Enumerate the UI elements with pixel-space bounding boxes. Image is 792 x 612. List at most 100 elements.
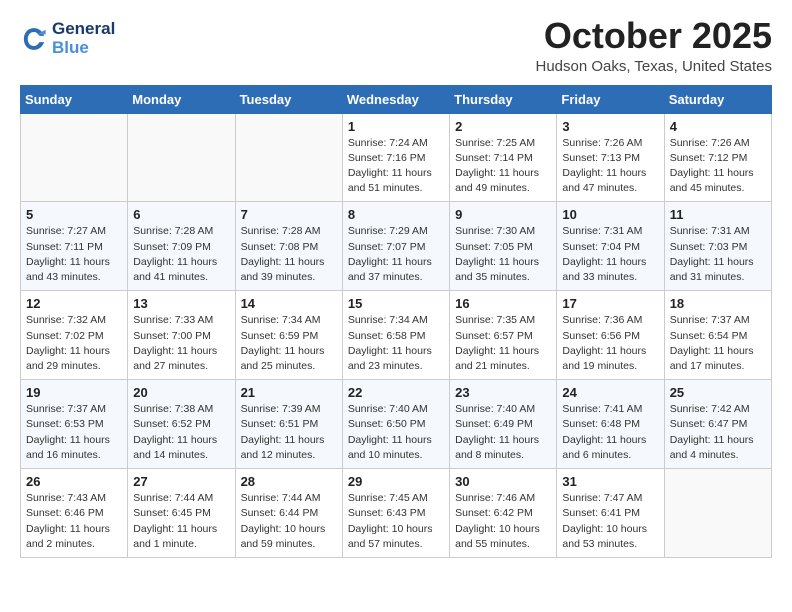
day-number: 12 (26, 296, 122, 311)
day-info: Sunrise: 7:43 AM Sunset: 6:46 PM Dayligh… (26, 491, 122, 552)
day-number: 26 (26, 474, 122, 489)
day-cell: 25 Sunrise: 7:42 AM Sunset: 6:47 PM Dayli… (664, 380, 771, 469)
day-info: Sunrise: 7:42 AM Sunset: 6:47 PM Dayligh… (670, 402, 766, 463)
day-cell: 1 Sunrise: 7:24 AM Sunset: 7:16 PM Daylig… (342, 113, 449, 202)
day-number: 16 (455, 296, 551, 311)
day-cell: 3 Sunrise: 7:26 AM Sunset: 7:13 PM Daylig… (557, 113, 664, 202)
day-cell: 20 Sunrise: 7:38 AM Sunset: 6:52 PM Dayli… (128, 380, 235, 469)
day-cell: 12 Sunrise: 7:32 AM Sunset: 7:02 PM Dayli… (21, 291, 128, 380)
day-number: 7 (241, 207, 337, 222)
week-row-3: 12 Sunrise: 7:32 AM Sunset: 7:02 PM Dayli… (21, 291, 772, 380)
day-info: Sunrise: 7:34 AM Sunset: 6:59 PM Dayligh… (241, 313, 337, 374)
day-cell: 5 Sunrise: 7:27 AM Sunset: 7:11 PM Daylig… (21, 202, 128, 291)
day-number: 1 (348, 119, 444, 134)
day-number: 6 (133, 207, 229, 222)
day-cell: 16 Sunrise: 7:35 AM Sunset: 6:57 PM Dayli… (450, 291, 557, 380)
day-cell: 2 Sunrise: 7:25 AM Sunset: 7:14 PM Daylig… (450, 113, 557, 202)
day-number: 18 (670, 296, 766, 311)
logo-text: General Blue (52, 20, 115, 57)
header: General Blue October 2025 Hudson Oaks, T… (20, 16, 772, 75)
day-number: 22 (348, 385, 444, 400)
day-info: Sunrise: 7:46 AM Sunset: 6:42 PM Dayligh… (455, 491, 551, 552)
col-header-sunday: Sunday (21, 85, 128, 113)
day-info: Sunrise: 7:41 AM Sunset: 6:48 PM Dayligh… (562, 402, 658, 463)
day-cell: 10Sunrise: 7:31 AM Sunset: 7:04 PM Dayli… (557, 202, 664, 291)
day-info: Sunrise: 7:30 AM Sunset: 7:05 PM Dayligh… (455, 224, 551, 285)
day-info: Sunrise: 7:26 AM Sunset: 7:13 PM Dayligh… (562, 136, 658, 197)
day-cell: 7 Sunrise: 7:28 AM Sunset: 7:08 PM Daylig… (235, 202, 342, 291)
day-number: 13 (133, 296, 229, 311)
day-info: Sunrise: 7:40 AM Sunset: 6:49 PM Dayligh… (455, 402, 551, 463)
calendar-header-row: SundayMondayTuesdayWednesdayThursdayFrid… (21, 85, 772, 113)
location: Hudson Oaks, Texas, United States (535, 58, 772, 75)
day-cell: 30 Sunrise: 7:46 AM Sunset: 6:42 PM Dayli… (450, 469, 557, 558)
day-cell (235, 113, 342, 202)
day-info: Sunrise: 7:32 AM Sunset: 7:02 PM Dayligh… (26, 313, 122, 374)
day-info: Sunrise: 7:37 AM Sunset: 6:53 PM Dayligh… (26, 402, 122, 463)
day-cell: 23 Sunrise: 7:40 AM Sunset: 6:49 PM Dayli… (450, 380, 557, 469)
calendar-table: SundayMondayTuesdayWednesdayThursdayFrid… (20, 85, 772, 558)
day-info: Sunrise: 7:38 AM Sunset: 6:52 PM Dayligh… (133, 402, 229, 463)
day-number: 3 (562, 119, 658, 134)
col-header-saturday: Saturday (664, 85, 771, 113)
day-number: 9 (455, 207, 551, 222)
day-info: Sunrise: 7:25 AM Sunset: 7:14 PM Dayligh… (455, 136, 551, 197)
day-number: 21 (241, 385, 337, 400)
day-number: 17 (562, 296, 658, 311)
day-info: Sunrise: 7:27 AM Sunset: 7:11 PM Dayligh… (26, 224, 122, 285)
day-info: Sunrise: 7:40 AM Sunset: 6:50 PM Dayligh… (348, 402, 444, 463)
day-number: 31 (562, 474, 658, 489)
day-number: 25 (670, 385, 766, 400)
day-cell: 4Sunrise: 7:26 AM Sunset: 7:12 PM Daylig… (664, 113, 771, 202)
day-cell: 6Sunrise: 7:28 AM Sunset: 7:09 PM Daylig… (128, 202, 235, 291)
day-number: 29 (348, 474, 444, 489)
day-cell: 26 Sunrise: 7:43 AM Sunset: 6:46 PM Dayli… (21, 469, 128, 558)
day-number: 11 (670, 207, 766, 222)
col-header-monday: Monday (128, 85, 235, 113)
logo: General Blue (20, 20, 115, 57)
day-info: Sunrise: 7:37 AM Sunset: 6:54 PM Dayligh… (670, 313, 766, 374)
day-info: Sunrise: 7:33 AM Sunset: 7:00 PM Dayligh… (133, 313, 229, 374)
day-number: 23 (455, 385, 551, 400)
col-header-thursday: Thursday (450, 85, 557, 113)
day-number: 27 (133, 474, 229, 489)
day-cell: 19 Sunrise: 7:37 AM Sunset: 6:53 PM Dayli… (21, 380, 128, 469)
day-info: Sunrise: 7:31 AM Sunset: 7:03 PM Dayligh… (670, 224, 766, 285)
col-header-wednesday: Wednesday (342, 85, 449, 113)
title-block: October 2025 Hudson Oaks, Texas, United … (535, 16, 772, 75)
day-info: Sunrise: 7:35 AM Sunset: 6:57 PM Dayligh… (455, 313, 551, 374)
day-number: 2 (455, 119, 551, 134)
day-info: Sunrise: 7:44 AM Sunset: 6:45 PM Dayligh… (133, 491, 229, 552)
day-cell: 22 Sunrise: 7:40 AM Sunset: 6:50 PM Dayli… (342, 380, 449, 469)
day-number: 8 (348, 207, 444, 222)
day-info: Sunrise: 7:24 AM Sunset: 7:16 PM Dayligh… (348, 136, 444, 197)
week-row-5: 26 Sunrise: 7:43 AM Sunset: 6:46 PM Dayli… (21, 469, 772, 558)
day-number: 30 (455, 474, 551, 489)
day-cell: 27 Sunrise: 7:44 AM Sunset: 6:45 PM Dayli… (128, 469, 235, 558)
day-number: 4 (670, 119, 766, 134)
day-cell: 29 Sunrise: 7:45 AM Sunset: 6:43 PM Dayli… (342, 469, 449, 558)
day-number: 28 (241, 474, 337, 489)
day-info: Sunrise: 7:28 AM Sunset: 7:08 PM Dayligh… (241, 224, 337, 285)
day-info: Sunrise: 7:45 AM Sunset: 6:43 PM Dayligh… (348, 491, 444, 552)
calendar-container: General Blue October 2025 Hudson Oaks, T… (0, 0, 792, 574)
day-cell: 8 Sunrise: 7:29 AM Sunset: 7:07 PM Daylig… (342, 202, 449, 291)
day-number: 19 (26, 385, 122, 400)
day-cell (664, 469, 771, 558)
day-number: 24 (562, 385, 658, 400)
day-info: Sunrise: 7:29 AM Sunset: 7:07 PM Dayligh… (348, 224, 444, 285)
day-cell: 21Sunrise: 7:39 AM Sunset: 6:51 PM Dayli… (235, 380, 342, 469)
day-number: 14 (241, 296, 337, 311)
week-row-4: 19 Sunrise: 7:37 AM Sunset: 6:53 PM Dayli… (21, 380, 772, 469)
day-info: Sunrise: 7:34 AM Sunset: 6:58 PM Dayligh… (348, 313, 444, 374)
col-header-tuesday: Tuesday (235, 85, 342, 113)
day-number: 15 (348, 296, 444, 311)
day-number: 20 (133, 385, 229, 400)
day-cell: 14 Sunrise: 7:34 AM Sunset: 6:59 PM Dayli… (235, 291, 342, 380)
week-row-2: 5 Sunrise: 7:27 AM Sunset: 7:11 PM Daylig… (21, 202, 772, 291)
day-number: 5 (26, 207, 122, 222)
day-info: Sunrise: 7:47 AM Sunset: 6:41 PM Dayligh… (562, 491, 658, 552)
day-info: Sunrise: 7:36 AM Sunset: 6:56 PM Dayligh… (562, 313, 658, 374)
day-cell: 24 Sunrise: 7:41 AM Sunset: 6:48 PM Dayli… (557, 380, 664, 469)
day-info: Sunrise: 7:44 AM Sunset: 6:44 PM Dayligh… (241, 491, 337, 552)
